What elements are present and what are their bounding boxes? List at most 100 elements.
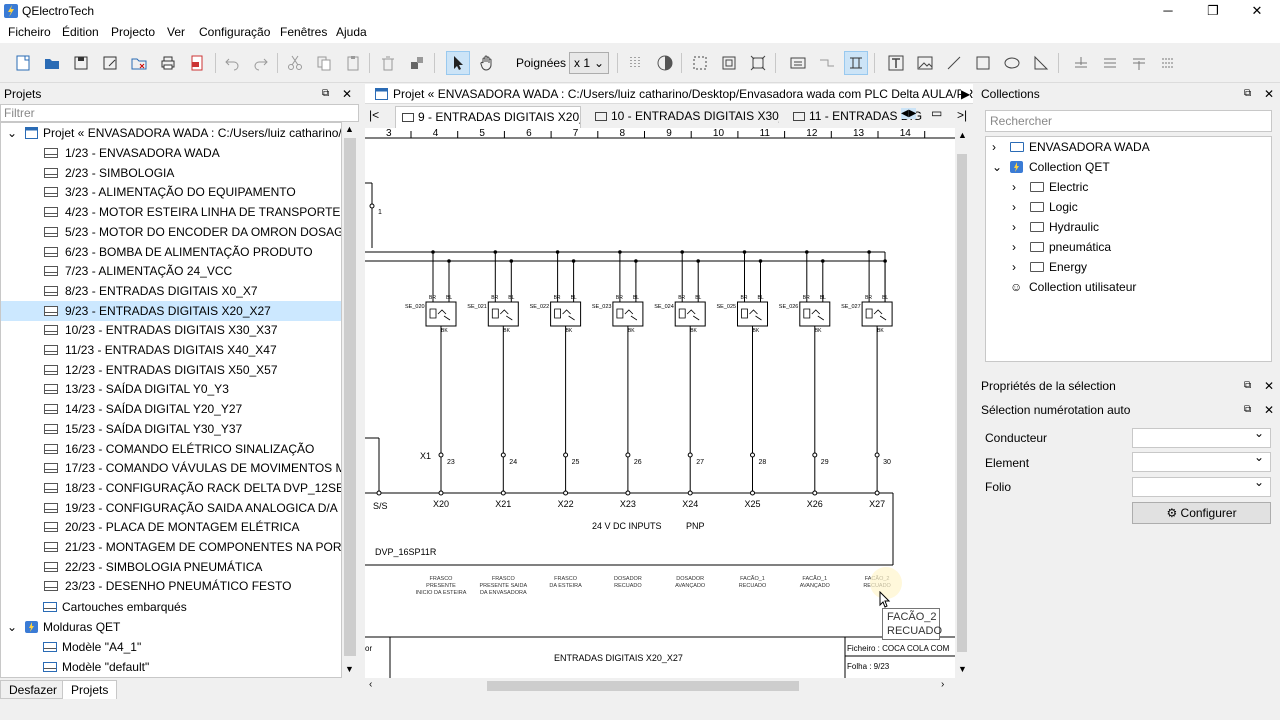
collections-search-input[interactable]: Rechercher xyxy=(985,110,1272,132)
raise-icon[interactable] xyxy=(1098,51,1122,75)
minimize-button[interactable]: ─ xyxy=(1145,0,1191,22)
scroll-down-icon[interactable]: ▼ xyxy=(958,664,967,674)
folio-item[interactable]: 22/23 - SIMBOLOGIA PNEUMÁTICA xyxy=(1,557,341,577)
folio-item[interactable]: 20/23 - PLACA DE MONTAGEM ELÉTRICA xyxy=(1,517,341,537)
chevron-right-icon[interactable]: › xyxy=(992,137,996,157)
auto-connection-icon[interactable] xyxy=(844,51,868,75)
tree-scroll-thumb[interactable] xyxy=(344,138,356,656)
schematic[interactable]: 3 4 5 6 7 8 9 10 11 12 13 14 1 X1 SE_020 BR BL BK 23 X20 FRA… xyxy=(365,128,955,678)
chevron-down-icon[interactable]: ⌄ xyxy=(992,157,1002,177)
tab-prev-icon[interactable]: ◀▶ xyxy=(901,108,917,119)
close-window-button[interactable]: ✕ xyxy=(1234,0,1280,22)
cut-icon[interactable] xyxy=(283,51,307,75)
scroll-right-icon[interactable]: › xyxy=(941,679,944,690)
embedded-templates-node[interactable]: Cartouches embarqués xyxy=(1,597,341,617)
menu-configuracao[interactable]: Configuração xyxy=(199,25,270,39)
templates-root-node[interactable]: ⌄ Molduras QET xyxy=(1,617,341,637)
diagram-canvas[interactable]: 3 4 5 6 7 8 9 10 11 12 13 14 1 X1 SE_020 BR BL BK 23 X20 FRA… xyxy=(365,128,955,678)
chevron-right-icon[interactable]: › xyxy=(1012,177,1016,197)
folio-item[interactable]: 10/23 - ENTRADAS DIGITAIS X30_X37 xyxy=(1,320,341,340)
folio-item[interactable]: 6/23 - BOMBA DE ALIMENTAÇÃO PRODUTO xyxy=(1,242,341,262)
folio-item[interactable]: 16/23 - COMANDO ELÉTRICO SINALIZAÇÃO xyxy=(1,439,341,459)
canvas-hscroll-thumb[interactable] xyxy=(487,681,799,691)
configure-button[interactable]: ⚙ Configurer xyxy=(1132,502,1271,524)
paste-icon[interactable] xyxy=(341,51,365,75)
send-back-icon[interactable] xyxy=(1156,51,1180,75)
add-folio-icon[interactable]: ▭ xyxy=(931,106,942,120)
scroll-left-icon[interactable]: ‹ xyxy=(369,679,372,690)
add-polygon-icon[interactable] xyxy=(1029,51,1053,75)
close-panel-icon[interactable]: ✕ xyxy=(1264,84,1274,104)
template-item[interactable]: Modèle "default" xyxy=(1,657,341,677)
template-item[interactable]: Modèle "A4_1" xyxy=(1,637,341,657)
auto-conductor-icon[interactable] xyxy=(815,51,839,75)
chevron-right-icon[interactable]: › xyxy=(1012,217,1016,237)
new-project-icon[interactable] xyxy=(11,51,35,75)
tree-scrollbar[interactable]: ▲ ▼ xyxy=(342,122,358,678)
folio-item[interactable]: 23/23 - DESENHO PNEUMÁTICO FESTO xyxy=(1,576,341,596)
folio-item[interactable]: 13/23 - SAÍDA DIGITAL Y0_Y3 xyxy=(1,379,341,399)
canvas-vscroll-thumb[interactable] xyxy=(957,154,967,652)
zoom-fit-icon[interactable] xyxy=(717,51,741,75)
menu-ver[interactable]: Ver xyxy=(167,25,185,39)
maximize-button[interactable]: ❐ xyxy=(1190,0,1236,22)
folio-item[interactable]: 17/23 - COMANDO VÁVULAS DE MOVIMENTOS MO… xyxy=(1,458,341,478)
tab-folio-9[interactable]: 9 - ENTRADAS DIGITAIS X20_X27 xyxy=(395,106,581,128)
add-ellipse-icon[interactable] xyxy=(1000,51,1024,75)
folio-item[interactable]: 21/23 - MONTAGEM DE COMPONENTES NA PORTA… xyxy=(1,537,341,557)
copy-icon[interactable] xyxy=(312,51,336,75)
element-select[interactable] xyxy=(1132,450,1271,472)
canvas-hscroll[interactable]: ‹ › xyxy=(365,678,955,694)
canvas-vscroll[interactable]: ▲ ▼ xyxy=(955,128,969,678)
scroll-up-icon[interactable]: ▲ xyxy=(345,124,354,134)
export-pdf-icon[interactable] xyxy=(185,51,209,75)
folio-item[interactable]: 3/23 - ALIMENTAÇÃO DO EQUIPAMENTO xyxy=(1,182,341,202)
float-panel-icon[interactable]: ⧉ xyxy=(322,85,329,103)
close-panel-icon[interactable]: ✕ xyxy=(342,85,352,103)
save-as-icon[interactable] xyxy=(98,51,122,75)
print-icon[interactable] xyxy=(156,51,180,75)
delete-icon[interactable] xyxy=(376,51,400,75)
folio-item[interactable]: 19/23 - CONFIGURAÇÃO SAIDA ANALOGICA D/A… xyxy=(1,498,341,518)
scroll-right-icon[interactable]: ▶ xyxy=(961,84,971,103)
close-panel-icon[interactable]: ✕ xyxy=(1264,400,1274,420)
save-icon[interactable] xyxy=(69,51,93,75)
add-text-icon[interactable] xyxy=(884,51,908,75)
close-project-icon[interactable] xyxy=(127,51,151,75)
contrast-icon[interactable] xyxy=(653,51,677,75)
scroll-up-icon[interactable]: ▲ xyxy=(958,130,967,140)
conductor-icon[interactable] xyxy=(786,51,810,75)
folio-item[interactable]: 12/23 - ENTRADAS DIGITAIS X50_X57 xyxy=(1,360,341,380)
float-panel-icon[interactable]: ⧉ xyxy=(1244,400,1251,420)
folio-item[interactable]: 2/23 - SIMBOLOGIA xyxy=(1,163,341,183)
add-image-icon[interactable] xyxy=(913,51,937,75)
folio-item[interactable]: 11/23 - ENTRADAS DIGITAIS X40_X47 xyxy=(1,340,341,360)
chevron-right-icon[interactable]: › xyxy=(1012,197,1016,217)
close-panel-icon[interactable]: ✕ xyxy=(1264,376,1274,396)
folio-item[interactable]: 18/23 - CONFIGURAÇÃO RACK DELTA DVP_12SE… xyxy=(1,478,341,498)
redo-icon[interactable] xyxy=(249,51,273,75)
open-project-icon[interactable] xyxy=(40,51,64,75)
lower-icon[interactable] xyxy=(1127,51,1151,75)
zoom-content-icon[interactable] xyxy=(746,51,770,75)
float-panel-icon[interactable]: ⧉ xyxy=(1244,84,1251,104)
float-panel-icon[interactable]: ⧉ xyxy=(1244,376,1251,396)
tab-folio-10[interactable]: 10 - ENTRADAS DIGITAIS X30_X37 xyxy=(589,106,779,128)
folio-item[interactable]: 4/23 - MOTOR ESTEIRA LINHA DE TRANSPORTE xyxy=(1,202,341,222)
handles-select[interactable]: x 1 ⌄ xyxy=(569,52,609,74)
folio-item[interactable]: 15/23 - SAÍDA DIGITAL Y30_Y37 xyxy=(1,419,341,439)
tab-scroll-right-icon[interactable]: >| xyxy=(957,108,967,122)
hand-pan-icon[interactable] xyxy=(475,51,499,75)
tab-projects[interactable]: Projets xyxy=(62,680,118,699)
chevron-right-icon[interactable]: › xyxy=(1012,257,1016,277)
folio-item[interactable]: 9/23 - ENTRADAS DIGITAIS X20_X27 xyxy=(1,300,341,321)
folio-item[interactable]: 5/23 - MOTOR DO ENCODER DA OMRON DOSAGEM xyxy=(1,222,341,242)
grid-dots-icon[interactable] xyxy=(624,51,648,75)
menu-ajuda[interactable]: Ajuda xyxy=(336,25,367,39)
rotate-icon[interactable] xyxy=(405,51,429,75)
folio-item[interactable]: 7/23 - ALIMENTAÇÃO 24_VCC xyxy=(1,261,341,281)
tab-scroll-left-icon[interactable]: |< xyxy=(369,108,379,122)
menu-edition[interactable]: Édition xyxy=(62,25,99,39)
menu-ficheiro[interactable]: Ficheiro xyxy=(8,25,51,39)
folio-item[interactable]: 14/23 - SAÍDA DIGITAL Y20_Y27 xyxy=(1,399,341,419)
